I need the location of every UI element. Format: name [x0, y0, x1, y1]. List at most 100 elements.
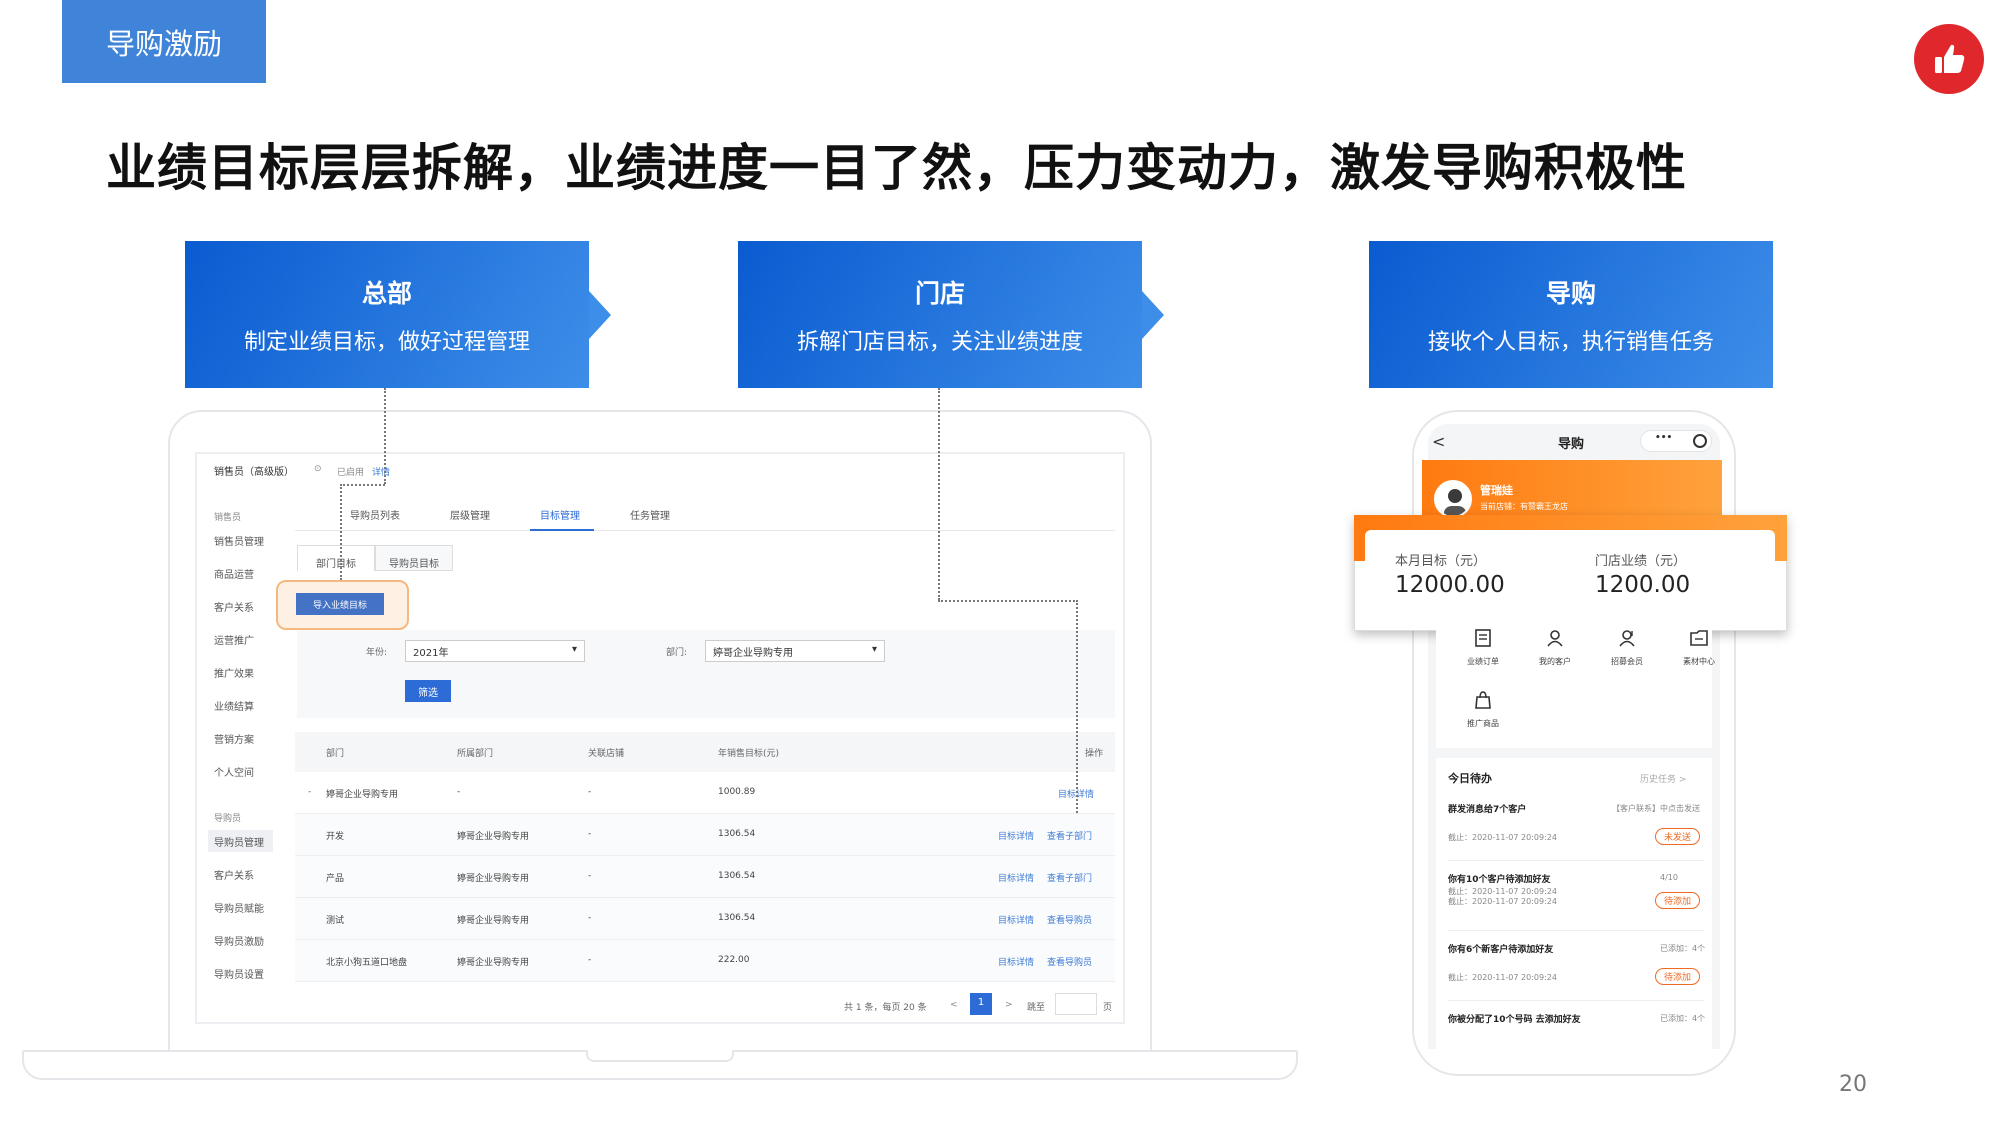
todo-history-link[interactable]: 历史任务 >: [1640, 772, 1686, 785]
pager-next[interactable]: >: [1005, 1000, 1013, 1010]
sidebar-item[interactable]: 导购员管理: [214, 834, 264, 849]
dept-select[interactable]: 婷哥企业导购专用 ▾: [705, 640, 885, 662]
action-view-sub[interactable]: 查看子部门: [1047, 871, 1092, 884]
status-link[interactable]: 详情: [372, 465, 390, 478]
import-target-button[interactable]: 导入业绩目标: [296, 593, 384, 615]
subtab-label: 导购员目标: [389, 559, 439, 570]
icon-tile[interactable]: 业绩订单: [1458, 628, 1508, 678]
icon-tile[interactable]: 素材中心: [1674, 628, 1724, 678]
user-name: 管瑞娃: [1480, 484, 1513, 497]
sidebar-item[interactable]: 客户关系: [214, 867, 254, 882]
todo-divider: [1448, 1000, 1704, 1001]
pager-jump-input[interactable]: [1055, 993, 1097, 1015]
sidebar-item[interactable]: 营销方案: [214, 731, 254, 746]
todo-item-meta: 【客户联系】中点击发送: [1612, 804, 1700, 813]
col-dept: 部门: [326, 749, 345, 759]
cell-dept: 开发: [326, 832, 345, 842]
card-headquarters: 总部 制定业绩目标，做好过程管理: [185, 241, 611, 388]
sidebar-item[interactable]: 导购员赋能: [214, 900, 264, 915]
todo-item-deadline: 截止：2020-11-07 20:09:24: [1448, 897, 1557, 906]
todo-item-meta: 4/10: [1660, 873, 1678, 882]
expand-icon[interactable]: -: [308, 787, 311, 797]
subtab-dept[interactable]: 部门目标: [297, 545, 375, 571]
todo-action-button[interactable]: 待添加: [1655, 968, 1701, 985]
cell-dept: 测试: [326, 916, 345, 926]
col-store: 关联店铺: [588, 749, 625, 759]
folder-icon: [1674, 628, 1724, 652]
action-target-detail[interactable]: 目标详情: [998, 871, 1038, 884]
card-title: 导购: [1545, 278, 1596, 308]
cell-dept: 婷哥企业导购专用: [326, 790, 399, 800]
connector-line: [384, 388, 386, 484]
info-icon: ⊙: [314, 464, 322, 474]
sidebar-item[interactable]: 导购员设置: [214, 966, 264, 981]
action-target-detail[interactable]: 目标详情: [998, 829, 1038, 842]
icon-label: 推广商品: [1467, 719, 1499, 728]
action-target-detail[interactable]: 目标详情: [998, 955, 1038, 968]
table-header: [295, 732, 1115, 772]
connector-line: [1076, 600, 1078, 813]
sidebar-item[interactable]: 商品运营: [214, 566, 254, 581]
tab-target[interactable]: 目标管理: [540, 507, 580, 522]
action-view-sub[interactable]: 查看导购员: [1047, 913, 1092, 926]
action-view-sub[interactable]: 查看子部门: [1047, 829, 1092, 842]
sidebar-item[interactable]: 导购员激励: [214, 933, 264, 948]
subtab-guide[interactable]: 导购员目标: [375, 545, 453, 571]
sidebar-group-label: 销售员: [214, 513, 242, 523]
card-guide: 导购 接收个人目标，执行销售任务: [1369, 241, 1773, 388]
connector-line: [938, 600, 1078, 602]
col-parent: 所属部门: [457, 749, 494, 759]
status-text: 已启用: [337, 468, 365, 478]
pager-current[interactable]: 1: [970, 993, 992, 1015]
close-target-icon[interactable]: [1693, 434, 1707, 448]
card-subtitle: 拆解门店目标，关注业绩进度: [796, 329, 1083, 355]
phone-title: 导购: [1558, 437, 1585, 452]
card-subtitle: 制定业绩目标，做好过程管理: [243, 329, 530, 355]
todo-item-title: 群发消息给7个客户: [1448, 805, 1527, 815]
order-icon: [1458, 628, 1508, 652]
tab-level[interactable]: 层级管理: [450, 507, 490, 522]
chevron-down-icon: ▾: [871, 644, 877, 655]
sidebar-item[interactable]: 客户关系: [214, 599, 254, 614]
action-target-detail[interactable]: 目标详情: [998, 913, 1038, 926]
avatar: [1434, 480, 1472, 518]
bag-icon: [1458, 690, 1508, 714]
thumbs-up-icon: [1935, 44, 1965, 73]
tab-divider: [295, 530, 1115, 531]
pager-prev[interactable]: <: [950, 1000, 958, 1010]
chevron-down-icon: ▾: [571, 644, 577, 655]
cell-parent: 婷哥企业导购专用: [457, 832, 530, 842]
col-target: 年销售目标(元): [718, 749, 780, 759]
tab-task[interactable]: 任务管理: [630, 507, 670, 522]
sidebar-item[interactable]: 业绩结算: [214, 698, 254, 713]
cell-parent: 婷哥企业导购专用: [457, 916, 530, 926]
year-select[interactable]: 2021年 ▾: [405, 640, 585, 662]
icon-label: 素材中心: [1683, 657, 1715, 666]
cell-store: -: [588, 787, 592, 797]
todo-action-button[interactable]: 未发送: [1655, 828, 1701, 845]
sidebar-item[interactable]: 运营推广: [214, 632, 254, 647]
sidebar-item[interactable]: 个人空间: [214, 764, 254, 779]
sidebar-item[interactable]: 推广效果: [214, 665, 254, 680]
sidebar-group-label: 导购员: [214, 814, 242, 824]
icon-tile[interactable]: 我的客户: [1530, 628, 1580, 678]
back-icon[interactable]: <: [1432, 432, 1445, 451]
col-action: 操作: [1085, 749, 1104, 759]
store-perf-value: 1200.00: [1595, 572, 1691, 598]
filter-button[interactable]: 筛选: [405, 680, 451, 702]
sidebar-item[interactable]: 销售员管理: [214, 533, 264, 548]
action-view-sub[interactable]: 查看导购员: [1047, 955, 1092, 968]
todo-item-deadline: 截止：2020-11-07 20:09:24: [1448, 833, 1557, 842]
year-value: 2021年: [413, 648, 449, 659]
year-label: 年份:: [366, 648, 388, 658]
pager-unit: 页: [1103, 1003, 1113, 1013]
cell-target: 222.00: [718, 955, 750, 965]
pager-summary: 共 1 条，每页 20 条: [844, 1003, 927, 1013]
icon-tile[interactable]: 推广商品: [1458, 690, 1508, 740]
todo-action-button[interactable]: 待添加: [1655, 892, 1701, 909]
tab-guide-list[interactable]: 导购员列表: [350, 507, 400, 522]
laptop-notch: [586, 1050, 734, 1062]
more-icon[interactable]: •••: [1655, 433, 1672, 443]
icon-tile[interactable]: 招募会员: [1602, 628, 1652, 678]
tab-active-indicator: [530, 529, 594, 531]
